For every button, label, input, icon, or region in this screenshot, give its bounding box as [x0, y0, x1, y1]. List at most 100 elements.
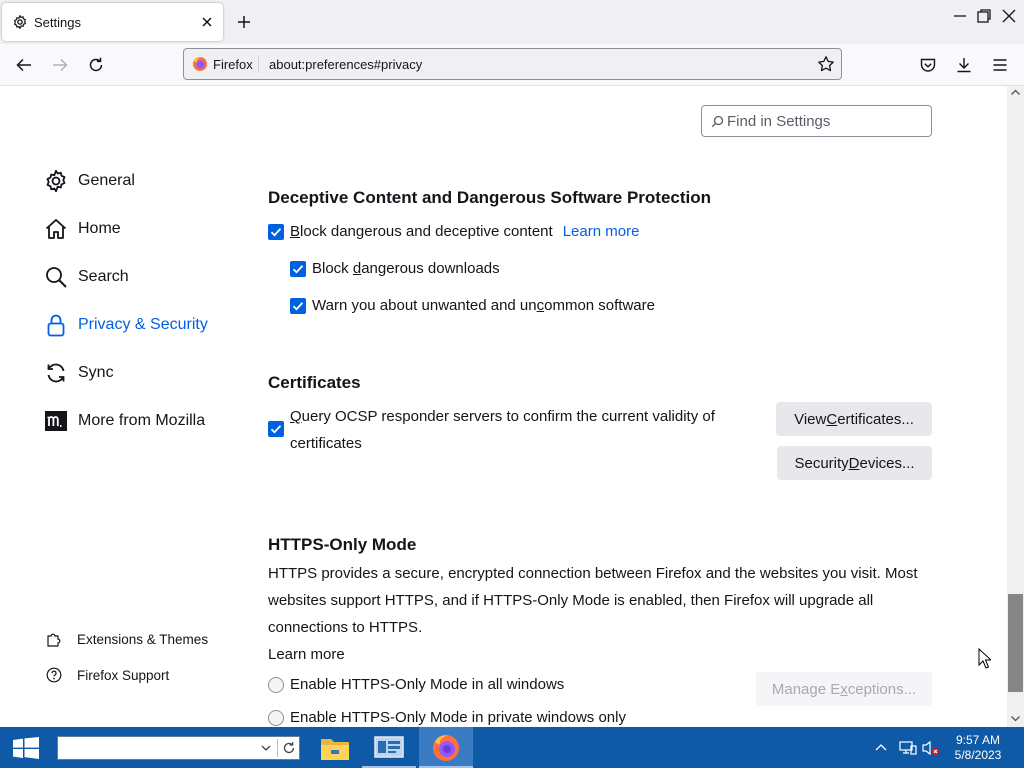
- windows-taskbar: 9:57 AM 5/8/2023: [0, 727, 1024, 768]
- footer-link-label: Firefox Support: [77, 667, 170, 683]
- find-in-settings-input[interactable]: [727, 111, 922, 131]
- warn-unwanted-label: Warn you about unwanted and uncommon sof…: [312, 297, 655, 314]
- url-separator: [258, 55, 259, 73]
- gear-icon: [44, 169, 68, 193]
- chevron-up-icon[interactable]: [875, 743, 887, 751]
- refresh-icon[interactable]: [282, 741, 296, 755]
- radio-unselected-icon[interactable]: [268, 709, 284, 726]
- firefox-taskbar-button[interactable]: [419, 727, 473, 768]
- home-icon: [44, 217, 68, 241]
- warn-unwanted-software-checkbox[interactable]: Warn you about unwanted and uncommon sof…: [290, 297, 655, 314]
- gear-icon: [12, 14, 28, 30]
- tab-title: Settings: [34, 15, 81, 30]
- scroll-down-arrow-icon[interactable]: [1011, 716, 1020, 722]
- https-all-windows-label: Enable HTTPS-Only Mode in all windows: [290, 676, 565, 693]
- tab-settings[interactable]: Settings: [2, 3, 223, 41]
- footer-link-label: Extensions & Themes: [77, 631, 209, 647]
- category-label: More from Mozilla: [78, 412, 206, 429]
- clock-time: 9:57 AM: [955, 733, 1001, 747]
- close-tab-icon[interactable]: [200, 15, 214, 29]
- chevron-down-icon[interactable]: [261, 745, 271, 752]
- category-label: General: [78, 172, 135, 189]
- category-sync[interactable]: Sync: [44, 359, 114, 387]
- site-identity[interactable]: Firefox: [192, 56, 253, 72]
- new-tab-button[interactable]: [236, 14, 252, 30]
- view-certificates-button[interactable]: View Certificates...: [776, 402, 932, 436]
- extensions-themes-link[interactable]: Extensions & Themes: [46, 631, 208, 647]
- https-learn-more-link[interactable]: Learn more: [268, 641, 345, 668]
- clock-date: 5/8/2023: [954, 748, 1002, 762]
- https-all-windows-radio[interactable]: Enable HTTPS-Only Mode in all windows: [268, 676, 564, 693]
- back-button[interactable]: [15, 56, 33, 74]
- https-only-description: HTTPS provides a secure, encrypted conne…: [268, 565, 918, 636]
- navigation-toolbar: Firefox about:preferences#privacy: [0, 44, 1024, 86]
- server-manager-taskbar-button[interactable]: [362, 727, 416, 768]
- lock-icon: [44, 313, 68, 337]
- firefox-icon: [431, 733, 461, 763]
- identity-label: Firefox: [213, 56, 253, 72]
- checkbox-checked-icon[interactable]: [290, 297, 306, 314]
- block-dangerous-downloads-checkbox[interactable]: Block dangerous downloads: [290, 260, 500, 277]
- search-icon: [44, 265, 68, 289]
- system-clock[interactable]: 9:57 AM 5/8/2023: [950, 733, 1006, 763]
- close-window-button[interactable]: [1001, 8, 1017, 24]
- ocsp-label: Query OCSP responder servers to confirm …: [290, 408, 715, 452]
- puzzle-icon: [46, 631, 62, 647]
- find-in-settings[interactable]: [701, 105, 932, 137]
- scrollbar-thumb[interactable]: [1008, 594, 1023, 692]
- block-deceptive-content-checkbox[interactable]: Block dangerous and deceptive content Le…: [268, 223, 639, 240]
- radio-unselected-icon[interactable]: [268, 676, 284, 693]
- category-label: Privacy & Security: [78, 316, 208, 333]
- category-privacy-security[interactable]: Privacy & Security: [44, 311, 208, 339]
- deceptive-content-heading: Deceptive Content and Dangerous Software…: [268, 188, 712, 207]
- folder-icon: [320, 735, 350, 761]
- category-label: Search: [78, 268, 129, 285]
- certificates-heading: Certificates: [268, 373, 361, 392]
- ocsp-checkbox[interactable]: [268, 421, 284, 437]
- preferences-page: General Home Search Privacy & Security S…: [0, 86, 1024, 727]
- pocket-icon[interactable]: [919, 56, 937, 74]
- sync-icon: [44, 361, 68, 385]
- mouse-cursor-icon: [978, 648, 991, 669]
- category-label: Home: [78, 220, 121, 237]
- checkbox-checked-icon[interactable]: [268, 223, 284, 240]
- firefox-support-link[interactable]: Firefox Support: [46, 667, 169, 683]
- bookmark-star-icon[interactable]: [817, 55, 835, 73]
- vertical-scrollbar[interactable]: [1007, 86, 1024, 727]
- category-search[interactable]: Search: [44, 263, 129, 291]
- category-label: Sync: [78, 364, 114, 381]
- file-explorer-taskbar-button[interactable]: [308, 727, 362, 768]
- network-icon[interactable]: [899, 740, 917, 756]
- category-general[interactable]: General: [44, 167, 135, 195]
- minimize-button[interactable]: [952, 8, 968, 24]
- restore-button[interactable]: [976, 8, 992, 24]
- reload-button[interactable]: [87, 56, 105, 74]
- firefox-logo-icon: [192, 56, 208, 72]
- taskbar-search-box[interactable]: [57, 736, 300, 760]
- learn-more-link[interactable]: Learn more: [563, 223, 640, 240]
- mozilla-icon: [44, 409, 68, 433]
- search-separator: [277, 739, 278, 757]
- category-home[interactable]: Home: [44, 215, 121, 243]
- https-private-windows-radio[interactable]: Enable HTTPS-Only Mode in private window…: [268, 709, 626, 726]
- scroll-up-arrow-icon[interactable]: [1011, 89, 1020, 95]
- downloads-icon[interactable]: [955, 56, 973, 74]
- forward-button[interactable]: [51, 56, 69, 74]
- menu-hamburger-icon[interactable]: [991, 56, 1009, 74]
- url-text[interactable]: about:preferences#privacy: [269, 57, 422, 72]
- block-downloads-label: Block dangerous downloads: [312, 260, 500, 277]
- volume-muted-icon[interactable]: [922, 740, 940, 756]
- https-only-heading: HTTPS-Only Mode: [268, 535, 417, 554]
- help-icon: [46, 667, 62, 683]
- search-icon: [711, 115, 724, 128]
- category-more-from-mozilla[interactable]: More from Mozilla: [44, 407, 205, 435]
- address-bar[interactable]: Firefox about:preferences#privacy: [183, 48, 842, 80]
- checkbox-checked-icon[interactable]: [290, 260, 306, 277]
- tab-strip: Settings: [0, 0, 1024, 44]
- security-devices-button[interactable]: Security Devices...: [777, 446, 932, 480]
- windows-start-icon[interactable]: [13, 737, 39, 759]
- https-private-label: Enable HTTPS-Only Mode in private window…: [290, 709, 626, 726]
- server-manager-icon: [374, 736, 404, 760]
- manage-exceptions-button[interactable]: Manage Ex ceptions...: [756, 672, 932, 706]
- block-deceptive-label: Block dangerous and deceptive content: [290, 223, 553, 240]
